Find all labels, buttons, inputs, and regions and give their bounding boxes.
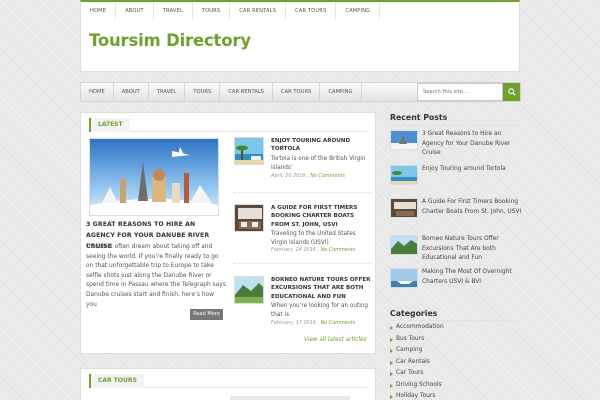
post-divider (234, 263, 372, 264)
recent-post-thumbnail[interactable] (390, 165, 418, 185)
post-divider (234, 192, 372, 193)
recent-post-thumbnail[interactable] (390, 235, 418, 255)
category-link[interactable]: Holiday Tours (390, 391, 520, 400)
site-title[interactable]: Toursim Directory (89, 31, 251, 50)
main-nav-camping[interactable]: CAMPING (320, 83, 362, 101)
post-date: February, 17 2016 (271, 320, 316, 326)
post-excerpt: When you’re looking for an outing that i… (271, 303, 368, 318)
main-nav-home[interactable]: HOME (81, 83, 114, 101)
search-input[interactable] (417, 83, 503, 101)
category-link[interactable]: Car Tours (390, 368, 520, 380)
post-date: February, 24 2016 (271, 247, 316, 253)
post-title[interactable]: BORNEO NATURE TOURS OFFER EXCURSIONS THA… (271, 276, 373, 301)
top-nav-camping[interactable]: CAMPING (336, 2, 381, 20)
recent-posts-heading: Recent Posts (390, 113, 448, 122)
post-thumbnail[interactable] (234, 276, 264, 304)
post-date: April, 20 2016 (271, 173, 306, 179)
site-header: Toursim Directory (80, 20, 520, 72)
top-nav-about[interactable]: ABOUT (116, 2, 154, 20)
top-nav-car-rentals[interactable]: CAR RENTALS (230, 2, 287, 20)
post-excerpt: Tortola is one of the British Virgin Isl… (271, 156, 366, 171)
recent-post-link[interactable]: Enjoy Touring around Tortola (422, 165, 522, 175)
featured-post-excerpt: Travelers often dream about taking off a… (86, 244, 226, 308)
car-tours-post-preview (230, 396, 350, 400)
top-nav-car-tours[interactable]: CAR TOURS (286, 2, 337, 20)
list-item: A GUIDE FOR FIRST TIMERS BOOKING CHARTER… (234, 204, 372, 260)
recent-post-thumbnail[interactable] (390, 268, 418, 288)
latest-widget-header: LATEST (89, 118, 367, 132)
category-link[interactable]: Accommodation (390, 322, 520, 334)
featured-image[interactable] (89, 138, 219, 216)
categories-list: Accommodation Bus Tours Camping Car Rent… (390, 322, 520, 400)
categories-divider (390, 320, 520, 321)
main-nav-car-tours[interactable]: CAR TOURS (273, 83, 321, 101)
recent-post-thumbnail[interactable] (390, 130, 418, 150)
top-nav: HOME ABOUT TRAVEL TOURS CAR RENTALS CAR … (80, 0, 520, 20)
main-nav-travel[interactable]: TRAVEL (149, 83, 186, 101)
recent-post-thumbnail[interactable] (390, 198, 418, 218)
category-link[interactable]: Camping (390, 345, 520, 357)
top-nav-home[interactable]: HOME (81, 2, 117, 20)
main-nav-car-rentals[interactable]: CAR RENTALS (220, 83, 273, 101)
recent-post-item: A Guide For First Timers Booking Charter… (390, 198, 522, 226)
recent-post-link[interactable]: Making The Most Of Overnight Charters US… (422, 268, 522, 287)
top-nav-tours[interactable]: TOURS (193, 2, 231, 20)
view-all-latest-link[interactable]: View all latest articles (304, 337, 366, 343)
main-nav-about[interactable]: ABOUT (114, 83, 149, 101)
post-comments-link[interactable]: No Comments (321, 320, 356, 326)
read-more-button[interactable]: Read More (190, 309, 223, 320)
post-title[interactable]: ENJOY TOURING AROUND TORTOLA (271, 137, 373, 154)
recent-post-item: Enjoy Touring around Tortola (390, 165, 522, 187)
category-link[interactable]: Bus Tours (390, 334, 520, 346)
car-tours-widget-header: CAR TOURS (89, 374, 367, 388)
post-comments-link[interactable]: No Comments (321, 247, 356, 253)
category-link[interactable]: Car Rentals (390, 357, 520, 369)
post-comments-link[interactable]: No Comments (310, 173, 345, 179)
post-meta: February, 24 2016 , No Comments (271, 247, 356, 253)
post-title[interactable]: A GUIDE FOR FIRST TIMERS BOOKING CHARTER… (271, 204, 373, 229)
top-nav-travel[interactable]: TRAVEL (154, 2, 193, 20)
recent-post-link[interactable]: 3 Great Reasons to Hire an Agency for Yo… (422, 130, 522, 159)
categories-heading: Categories (390, 309, 438, 318)
search-button[interactable] (503, 83, 520, 101)
category-link[interactable]: Driving Schools (390, 380, 520, 392)
car-tours-heading: CAR TOURS (89, 374, 144, 388)
recent-post-item: Making The Most Of Overnight Charters US… (390, 268, 522, 290)
post-meta: April, 20 2016 , No Comments (271, 173, 345, 179)
post-thumbnail[interactable] (234, 204, 264, 232)
recent-post-link[interactable]: Borneo Nature Tours Offer Excursions Tha… (422, 235, 522, 264)
recent-post-link[interactable]: A Guide For First Timers Booking Charter… (422, 198, 522, 217)
post-thumbnail[interactable] (234, 137, 264, 165)
post-meta: February, 17 2016 , No Comments (271, 320, 356, 326)
search-icon (507, 88, 516, 96)
post-excerpt: Traveling to the United States Virgin Is… (271, 231, 356, 246)
recent-post-item: Borneo Nature Tours Offer Excursions Tha… (390, 235, 522, 263)
recent-posts-divider (390, 125, 520, 126)
recent-post-item: 3 Great Reasons to Hire an Agency for Yo… (390, 130, 522, 158)
list-item: BORNEO NATURE TOURS OFFER EXCURSIONS THA… (234, 276, 372, 330)
main-nav-tours[interactable]: TOURS (185, 83, 221, 101)
latest-heading: LATEST (89, 118, 130, 132)
list-item: ENJOY TOURING AROUND TORTOLA Tortola is … (234, 137, 372, 189)
